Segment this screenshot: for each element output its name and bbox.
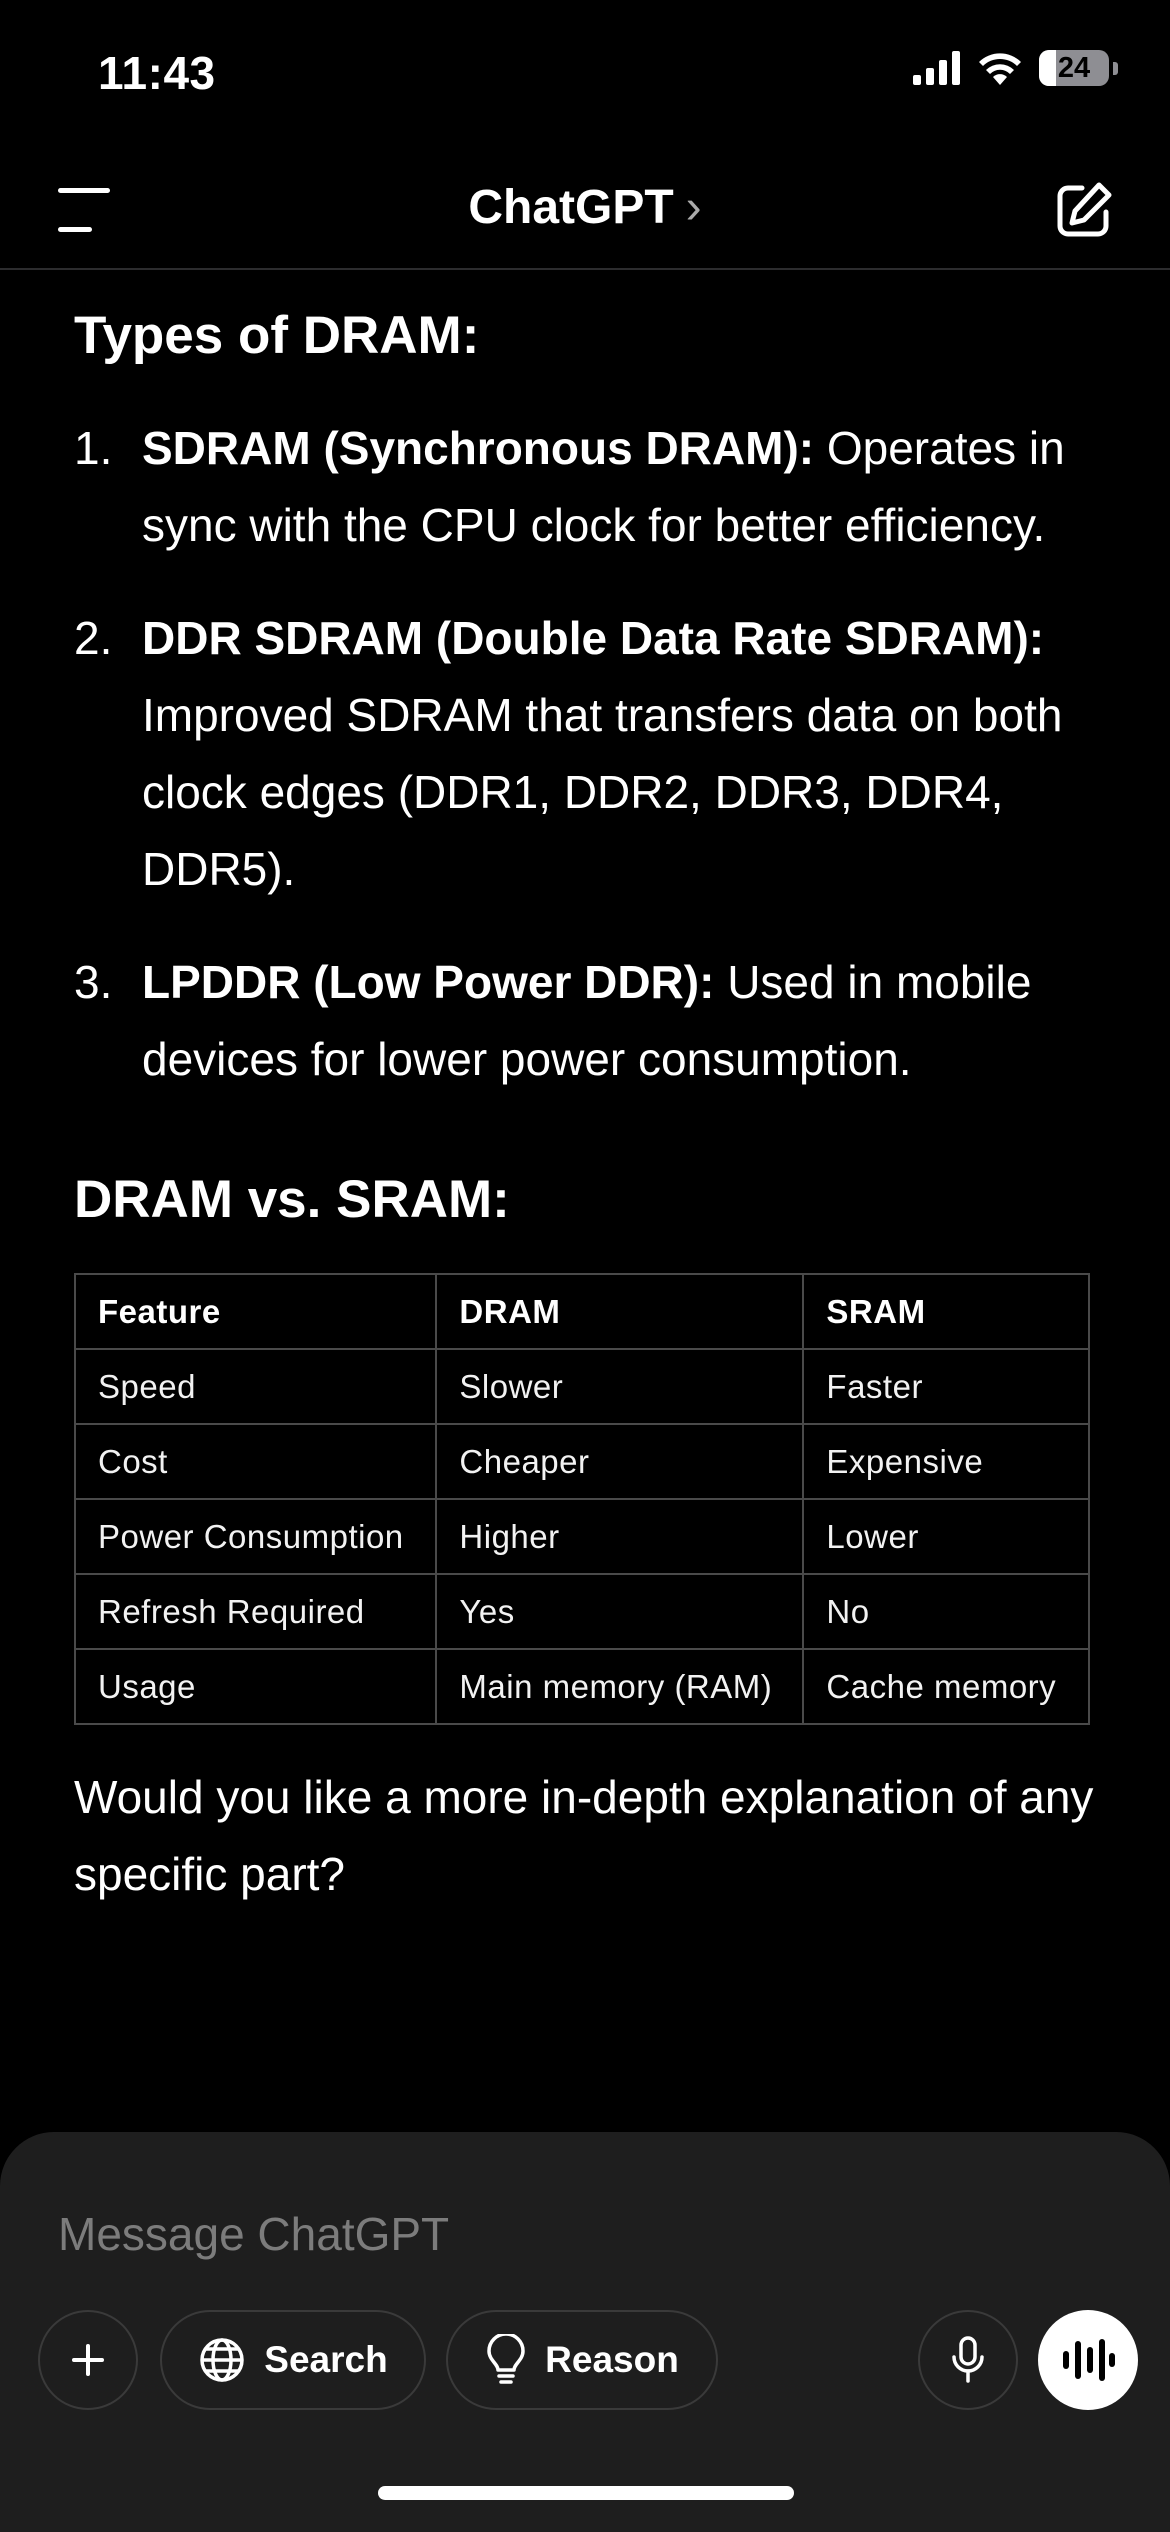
table-cell: Cheaper [435, 1423, 805, 1501]
table-cell: Lower [802, 1498, 1090, 1576]
list-number: 1. [74, 421, 113, 474]
voice-wave-icon [1063, 2339, 1115, 2381]
table-row: Speed Slower Faster [73, 1348, 1090, 1426]
list-item: 1. SDRAM (Synchronous DRAM): Operates in… [74, 410, 1094, 564]
new-chat-button[interactable] [1052, 178, 1116, 242]
table-cell: Power Consumption [73, 1498, 438, 1576]
list-item: 3. LPDDR (Low Power DDR): Used in mobile… [74, 944, 1094, 1098]
table-cell: Cache memory [802, 1648, 1090, 1726]
table-cell: Speed [73, 1348, 438, 1426]
table-cell: Usage [73, 1648, 438, 1726]
reason-label: Reason [545, 2339, 679, 2380]
list-item-term: SDRAM (Synchronous DRAM): [142, 421, 815, 474]
table-row: Refresh Required Yes No [73, 1573, 1090, 1651]
table-header-row: Feature DRAM SRAM [73, 1273, 1090, 1351]
table-cell: Refresh Required [73, 1573, 438, 1651]
table-cell: Yes [435, 1573, 805, 1651]
table-row: Power Consumption Higher Lower [73, 1498, 1090, 1576]
list-number: 2. [74, 611, 113, 664]
table-header-cell: SRAM [802, 1273, 1090, 1351]
list-item-term: LPDDR (Low Power DDR): [142, 955, 715, 1008]
compose-icon [1057, 182, 1112, 237]
list-number: 3. [74, 955, 113, 1008]
message-input[interactable] [58, 2202, 958, 2266]
list-item-body: SDRAM (Synchronous DRAM): Operates in sy… [142, 410, 1094, 564]
battery-level: 24 [1057, 52, 1091, 84]
search-label: Search [264, 2339, 388, 2380]
dictation-button[interactable] [918, 2310, 1018, 2410]
table-header-cell: Feature [73, 1273, 438, 1351]
plus-icon [72, 2344, 104, 2376]
list-item-term: DDR SDRAM (Double Data Rate SDRAM): [142, 611, 1045, 664]
table-cell: Higher [435, 1498, 805, 1576]
dram-types-list: 1. SDRAM (Synchronous DRAM): Operates in… [74, 410, 1094, 1098]
message-composer: Search Reason [0, 2132, 1170, 2532]
voice-mode-button[interactable] [1038, 2310, 1138, 2410]
battery-tip [1113, 61, 1118, 75]
wifi-icon [979, 53, 1021, 85]
table-cell: Main memory (RAM) [435, 1648, 805, 1726]
table-cell: Expensive [802, 1423, 1090, 1501]
chevron-right-icon: › [685, 181, 702, 234]
table-header-cell: DRAM [435, 1273, 805, 1351]
globe-icon [200, 2338, 245, 2382]
closing-question: Would you like a more in-depth explanati… [74, 1771, 1094, 1901]
nav-header: ChatGPT › [0, 150, 1170, 270]
table-row: Usage Main memory (RAM) Cache memory [73, 1648, 1090, 1726]
list-item: 2. DDR SDRAM (Double Data Rate SDRAM): I… [74, 600, 1094, 908]
status-icons: 24 [913, 50, 1118, 86]
table-cell: No [802, 1573, 1090, 1651]
model-selector[interactable]: ChatGPT › [0, 180, 1170, 235]
microphone-icon [952, 2336, 984, 2383]
table-cell: Slower [435, 1348, 805, 1426]
lightbulb-icon [487, 2334, 525, 2384]
status-bar: 11:43 24 [0, 0, 1170, 150]
reason-button[interactable]: Reason [446, 2310, 718, 2410]
battery-indicator: 24 [1039, 50, 1109, 86]
list-item-body: DDR SDRAM (Double Data Rate SDRAM): Impr… [142, 600, 1094, 908]
types-heading: Types of DRAM: [74, 306, 480, 365]
attach-button[interactable] [38, 2310, 138, 2410]
table-cell: Faster [802, 1348, 1090, 1426]
status-time: 11:43 [98, 47, 216, 99]
assistant-message: Types of DRAM: 1. SDRAM (Synchronous DRA… [73, 270, 1094, 1959]
list-item-body: LPDDR (Low Power DDR): Used in mobile de… [142, 944, 1094, 1098]
table-cell: Cost [73, 1423, 438, 1501]
home-indicator[interactable] [378, 2486, 794, 2500]
table-row: Cost Cheaper Expensive [73, 1423, 1090, 1501]
comparison-heading: DRAM vs. SRAM: [74, 1169, 510, 1229]
nav-title: ChatGPT [468, 181, 674, 234]
search-button[interactable]: Search [160, 2310, 426, 2410]
cellular-signal-icon [913, 51, 960, 85]
list-item-text: Improved SDRAM that transfers data on bo… [142, 688, 1063, 895]
comparison-table: Feature DRAM SRAM Speed Slower Faster Co… [73, 1273, 1090, 1726]
